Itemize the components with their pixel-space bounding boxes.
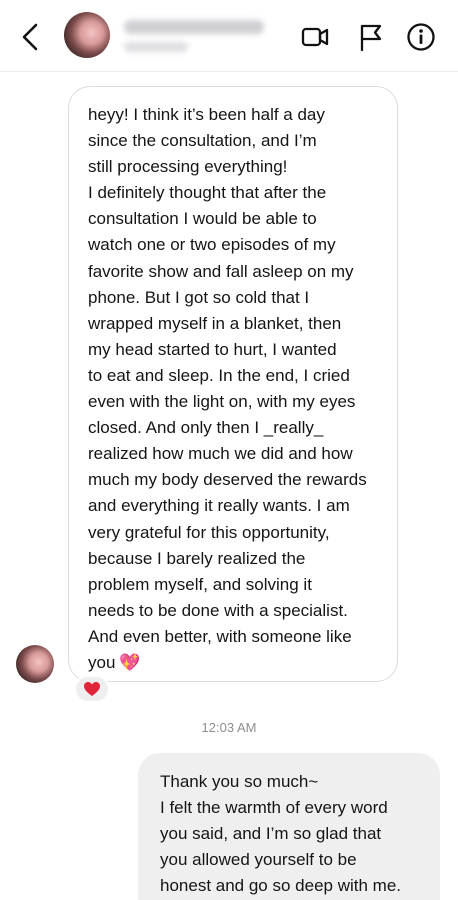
message-line: much my body deserved the rewards — [88, 470, 367, 490]
info-button[interactable] — [406, 22, 436, 52]
message-line: I felt the warmth of every word — [160, 798, 388, 818]
message-line: you allowed yourself to be — [160, 850, 357, 870]
video-camera-icon — [301, 27, 329, 47]
message-line: and everything it really wants. I am — [88, 496, 350, 516]
video-call-button[interactable] — [300, 22, 330, 52]
chat-header — [0, 0, 458, 72]
message-line: still processing everything! — [88, 157, 288, 177]
message-line: consultation I would be able to — [88, 209, 317, 229]
message-line: heyy! I think it’s been half a day — [88, 105, 325, 124]
report-button[interactable] — [356, 22, 386, 52]
message-line: watch one or two episodes of my — [88, 235, 336, 255]
message-line: problem myself, and solving it — [88, 574, 312, 594]
heart-icon — [84, 682, 100, 696]
back-button[interactable] — [18, 22, 44, 52]
message-line: favorite show and fall asleep on my — [88, 261, 354, 281]
message-line: very grateful for this opportunity, — [88, 522, 330, 542]
flag-icon — [360, 24, 382, 52]
message-line: And even better, with someone like — [88, 626, 352, 646]
message-line: I definitely thought that after the — [88, 183, 327, 203]
chevron-left-icon — [22, 23, 38, 51]
sender-avatar[interactable] — [16, 645, 54, 683]
heart-reaction[interactable] — [74, 675, 110, 703]
message-line: needs to be done with a specialist. — [88, 600, 348, 620]
contact-name-blurred[interactable] — [124, 20, 264, 34]
incoming-message-bubble[interactable]: heyy! I think it’s been half a day since… — [68, 86, 398, 682]
message-line: since the consultation, and I’m — [88, 131, 317, 151]
message-line: you said, and I’m so glad that — [160, 824, 382, 844]
contact-status-blurred — [124, 42, 188, 52]
message-line-text: you — [88, 652, 116, 672]
message-line: Thank you so much~ — [160, 772, 319, 791]
message-line: because I barely realized the — [88, 548, 306, 568]
message-line: closed. And only then I _really_ — [88, 418, 324, 438]
info-icon — [407, 23, 435, 51]
contact-avatar[interactable] — [64, 12, 110, 58]
message-line-last: you 💖 — [88, 650, 381, 676]
message-line: wrapped myself in a blanket, then — [88, 313, 342, 333]
message-line: realized how much we did and how — [88, 444, 353, 464]
message-timestamp: 12:03 AM — [201, 720, 257, 735]
message-line: honest and go so deep with me. — [160, 876, 401, 896]
outgoing-message-bubble[interactable]: Thank you so much~ I felt the warmth of … — [138, 753, 440, 900]
sparkling-heart-icon: 💖 — [119, 652, 141, 672]
message-line: to eat and sleep. In the end, I cried — [88, 365, 350, 385]
message-line: phone. But I got so cold that I — [88, 287, 310, 307]
message-line: even with the light on, with my eyes — [88, 392, 356, 412]
message-line: my head started to hurt, I wanted — [88, 339, 337, 359]
